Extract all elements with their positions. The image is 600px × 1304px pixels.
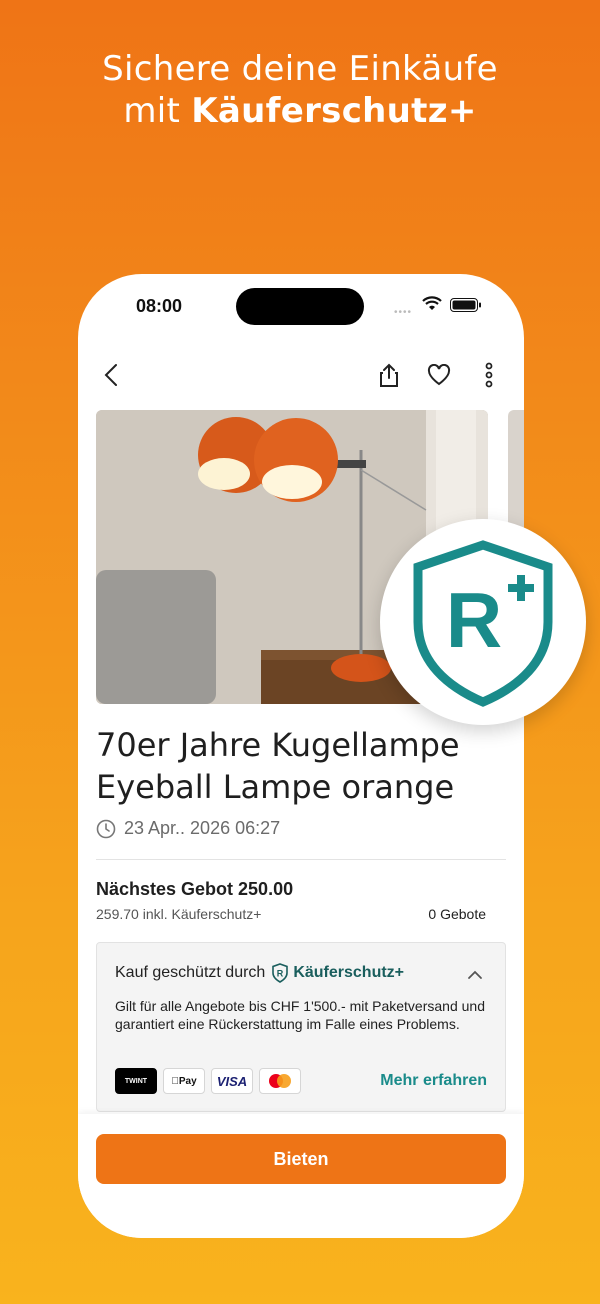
- next-bid-label: Nächstes Gebot 250.00: [96, 879, 294, 899]
- listing-date: 23 Apr.. 2026 06:27: [124, 818, 281, 838]
- mastercard-logo: [259, 1068, 301, 1094]
- dynamic-island: [236, 288, 364, 325]
- bid-with-protection: 259.70 inkl. Käuferschutz+: [96, 906, 262, 922]
- chevron-up-icon[interactable]: [467, 967, 483, 985]
- headline-line1: Sichere deine Einkäufe: [102, 49, 498, 89]
- svg-text:R: R: [446, 576, 502, 664]
- wifi-icon: [422, 296, 442, 310]
- divider: [96, 859, 506, 860]
- bid-count: 0 Gebote: [428, 906, 486, 922]
- toolbar: [78, 358, 524, 392]
- phone-frame: 08:00 •••• 70er Jahre Kugellampe Eyeball…: [78, 274, 524, 1238]
- protection-heading-row: Kauf geschützt durch R Käuferschutz+: [115, 963, 404, 983]
- listing-date-row: 23 Apr.. 2026 06:27: [96, 818, 280, 839]
- status-time: 08:00: [136, 296, 183, 316]
- payment-methods: TWINT Pay VISA: [115, 1068, 301, 1094]
- heart-icon[interactable]: [424, 358, 454, 392]
- battery-icon: [450, 298, 481, 312]
- twint-logo: TWINT: [115, 1068, 157, 1094]
- status-bar: 08:00 ••••: [78, 274, 524, 344]
- headline-brand: Käuferschutz+: [191, 91, 477, 131]
- listing-title: 70er Jahre Kugellampe Eyeball Lampe oran…: [96, 726, 460, 806]
- more-icon[interactable]: [474, 358, 504, 392]
- protection-heading: Kauf geschützt durch: [115, 964, 266, 981]
- protection-description: Gilt für alle Angebote bis CHF 1'500.- m…: [115, 998, 485, 1032]
- visa-logo: VISA: [211, 1068, 253, 1094]
- buyer-protection-panel: Kauf geschützt durch R Käuferschutz+ Gil…: [96, 942, 506, 1112]
- promo-headline: Sichere deine Einkäufe mit Käuferschutz+: [0, 48, 600, 132]
- apple-pay-logo: Pay: [163, 1068, 205, 1094]
- svg-text:R: R: [277, 969, 284, 979]
- protection-badge: R: [380, 519, 586, 725]
- back-icon[interactable]: [96, 358, 126, 392]
- protection-brand: R Käuferschutz+: [271, 963, 404, 983]
- clock-icon: [96, 819, 116, 838]
- headline-line2: mit Käuferschutz+: [123, 91, 477, 131]
- bid-button[interactable]: Bieten: [96, 1134, 506, 1184]
- share-icon[interactable]: [374, 358, 404, 392]
- shield-r-plus-icon: R: [413, 540, 553, 707]
- learn-more-link[interactable]: Mehr erfahren: [380, 1072, 487, 1090]
- signal-icon: ••••: [394, 307, 413, 318]
- shield-r-icon: R: [272, 963, 289, 983]
